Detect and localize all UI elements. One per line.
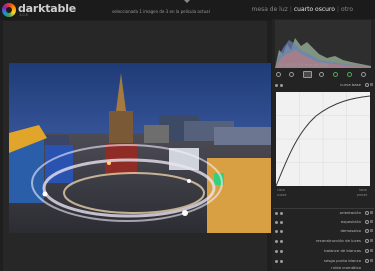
correction-group-icon[interactable] <box>347 72 352 77</box>
collapse-icon[interactable] <box>370 229 373 232</box>
presets-icon[interactable] <box>280 221 283 224</box>
reset-icon[interactable] <box>275 230 278 233</box>
collapse-icon[interactable] <box>370 259 373 262</box>
module-title: ruido cromático <box>331 265 361 270</box>
presets-icon[interactable] <box>280 230 283 233</box>
curve-label-right-bottom: preset <box>356 193 367 197</box>
module-power-icon[interactable] <box>365 259 369 263</box>
histogram[interactable] <box>275 20 371 68</box>
view-separator: | <box>336 6 339 13</box>
presets-icon[interactable] <box>280 250 283 253</box>
module-power-icon[interactable] <box>365 249 369 253</box>
module-power-icon[interactable] <box>365 229 369 233</box>
presets-icon[interactable] <box>280 240 283 243</box>
collapse-icon[interactable] <box>370 211 373 214</box>
module-power-icon[interactable] <box>365 239 369 243</box>
darktable-logo-icon <box>2 3 16 17</box>
top-panel-toggle-icon[interactable] <box>184 0 190 3</box>
collapse-icon[interactable] <box>370 249 373 252</box>
view-switcher: mesa de luz | cuarto oscuro | otro <box>252 6 353 13</box>
reset-icon[interactable] <box>275 240 278 243</box>
module-title: balance de blancos <box>324 248 361 253</box>
tone-group-icon[interactable] <box>319 72 324 77</box>
app-version: 1.0.5 <box>19 13 28 17</box>
view-separator: | <box>289 6 292 13</box>
presets-icon[interactable] <box>280 84 283 87</box>
module-header-curva-base[interactable]: curva base <box>273 82 374 90</box>
presets-icon[interactable] <box>280 260 283 263</box>
selection-status: seleccionada 1 imagen de 3 en la películ… <box>112 9 210 14</box>
module-power-icon[interactable] <box>365 211 369 215</box>
presets-icon[interactable] <box>280 212 283 215</box>
module-header-exposicion[interactable]: exposición <box>273 219 374 227</box>
histogram-exif-info: 20 1/22.0 f/4 mm iso 100 <box>279 62 328 67</box>
module-header-balance-blancos[interactable]: balance de blancos <box>273 248 374 256</box>
circle-icon[interactable] <box>289 72 294 77</box>
view-other[interactable]: otro <box>341 6 353 13</box>
module-power-icon[interactable] <box>365 220 369 224</box>
reset-icon[interactable] <box>275 84 278 87</box>
module-title: reconstrucción de luces <box>315 238 361 243</box>
reset-icon[interactable] <box>275 250 278 253</box>
module-group-tabs <box>273 70 374 79</box>
color-group-icon[interactable] <box>333 72 338 77</box>
module-title: exposición <box>340 219 361 224</box>
module-power-icon[interactable] <box>365 83 369 87</box>
view-lighttable[interactable]: mesa de luz <box>252 6 288 13</box>
basic-group-icon[interactable] <box>303 71 312 78</box>
curve-label-left-top: claro <box>277 188 285 192</box>
collapse-icon[interactable] <box>370 239 373 242</box>
view-darkroom[interactable]: cuarto oscuro <box>294 6 335 13</box>
collapse-icon[interactable] <box>370 220 373 223</box>
module-title: curva base <box>340 82 361 87</box>
reset-icon[interactable] <box>275 260 278 263</box>
module-title: demosaico <box>340 228 361 233</box>
module-title: sesgo punto blanco <box>323 258 361 263</box>
main-photo <box>9 63 271 233</box>
power-icon[interactable] <box>276 72 281 77</box>
reset-icon[interactable] <box>275 212 278 215</box>
module-header-orientacion[interactable]: orientación <box>273 210 374 218</box>
curve-label-right-top: base <box>359 188 367 192</box>
curve-label-left-bottom: suave <box>277 193 287 197</box>
top-bar: darktable 1.0.5 seleccionada 1 imagen de… <box>0 0 375 20</box>
module-title: orientación <box>339 210 361 215</box>
panel-divider <box>273 208 374 209</box>
module-header-ruido-cromatico[interactable]: ruido cromático <box>273 265 374 271</box>
reset-icon[interactable] <box>275 221 278 224</box>
base-curve-editor[interactable] <box>275 92 371 187</box>
module-header-demosaico[interactable]: demosaico <box>273 228 374 236</box>
effect-group-icon[interactable] <box>361 72 366 77</box>
collapse-icon[interactable] <box>370 83 373 86</box>
module-header-reconstruccion-luces[interactable]: reconstrucción de luces <box>273 238 374 246</box>
